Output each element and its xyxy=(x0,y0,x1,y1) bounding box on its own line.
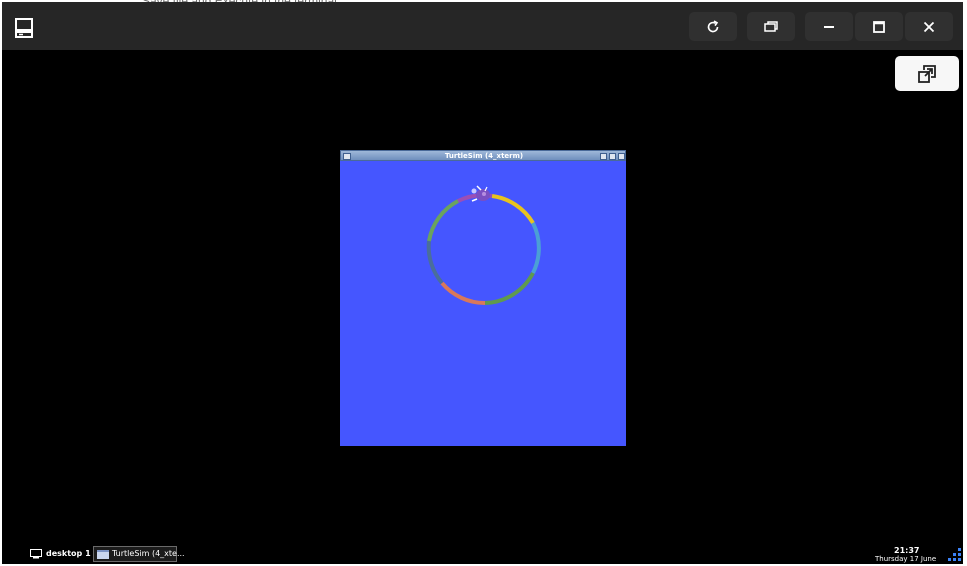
taskbar-item-label: TurtleSim (4_xte... xyxy=(112,549,185,558)
popout-button[interactable] xyxy=(895,56,959,91)
close-button[interactable] xyxy=(905,12,953,41)
trail-segment-yellow xyxy=(491,194,535,225)
window-switch-icon xyxy=(764,20,778,32)
app-grid-icon[interactable] xyxy=(947,547,962,562)
switch-window-button[interactable] xyxy=(747,12,795,41)
taskbar-item-turtlesim[interactable]: TurtleSim (4_xte... xyxy=(93,546,185,562)
trail-segment-light-green xyxy=(427,199,459,242)
taskbar: desktop 1 TurtleSim (4_xte... 21:37 Thur… xyxy=(2,544,963,564)
turtlesim-canvas xyxy=(340,161,626,446)
turtle-icon xyxy=(471,185,490,202)
turtle-trail xyxy=(426,185,541,306)
reload-button[interactable] xyxy=(689,12,737,41)
window-icon xyxy=(97,550,109,559)
viewer-header xyxy=(2,2,963,50)
maximize-icon xyxy=(873,20,885,33)
trail-segment-steel xyxy=(426,240,444,285)
close-icon[interactable] xyxy=(618,153,625,160)
computer-icon xyxy=(15,18,33,38)
close-icon xyxy=(923,21,935,32)
minimize-icon xyxy=(824,25,834,28)
popout-icon xyxy=(918,64,936,83)
remote-desktop-viewer: TurtleSim (4_xterm) desktop 1 TurtleSim … xyxy=(2,2,963,564)
desktop-switcher[interactable]: desktop 1 xyxy=(46,549,91,558)
desktop-icon xyxy=(30,549,42,559)
reload-icon xyxy=(707,19,719,32)
clock-time: 21:37 xyxy=(894,546,920,555)
trail-segment-blue xyxy=(531,222,541,274)
minimize-icon[interactable] xyxy=(600,153,607,160)
maximize-icon[interactable] xyxy=(609,153,616,160)
turtlesim-titlebar[interactable]: TurtleSim (4_xterm) xyxy=(340,150,626,161)
minimize-button[interactable] xyxy=(805,12,853,41)
trail-segment-green xyxy=(484,272,535,305)
turtlesim-window[interactable]: TurtleSim (4_xterm) xyxy=(340,150,626,446)
trail-segment-orange xyxy=(440,281,486,306)
clock-date: Thursday 17 June xyxy=(875,555,937,563)
maximize-button[interactable] xyxy=(855,12,903,41)
